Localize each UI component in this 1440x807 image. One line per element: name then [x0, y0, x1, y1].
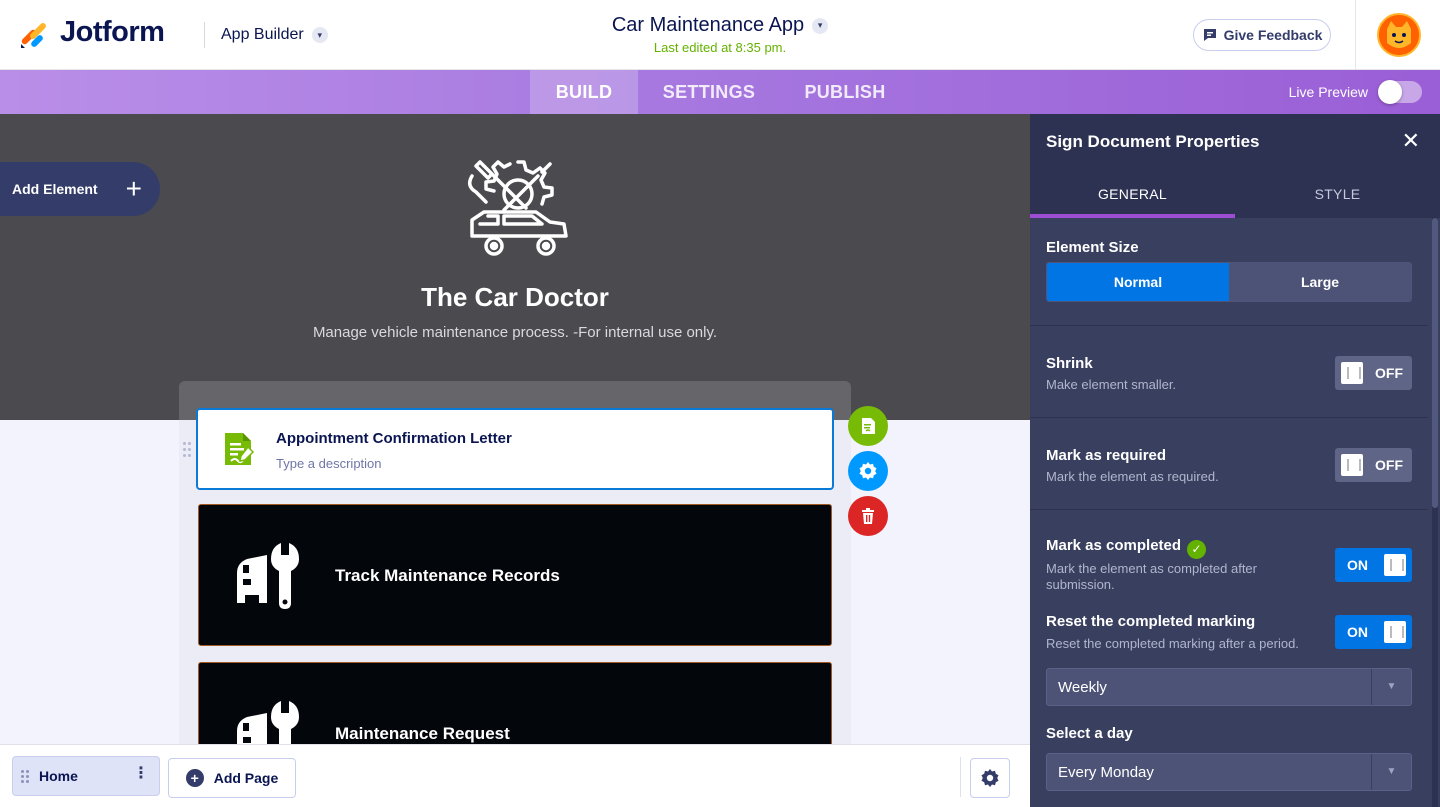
chevron-down-icon: ▼ [1371, 669, 1411, 705]
completed-toggle[interactable]: ON [1335, 548, 1412, 582]
chevron-down-icon: ▾ [812, 17, 829, 34]
give-feedback-label: Give Feedback [1223, 27, 1323, 43]
document-edit-icon [862, 418, 875, 434]
reset-label: Reset the completed marking [1046, 613, 1256, 630]
completed-label: Mark as completed [1046, 537, 1182, 554]
page-tab-home[interactable]: Home ⋮ [12, 756, 160, 796]
select-value: Every Monday [1058, 764, 1154, 781]
toggle-knob [1384, 554, 1406, 576]
add-element-label: Add Element [12, 181, 98, 197]
item-description[interactable]: Type a description [276, 456, 382, 471]
app-title-text: Car Maintenance App [611, 14, 805, 36]
toggle-state: ON [1347, 557, 1368, 573]
required-toggle[interactable]: OFF [1335, 448, 1412, 482]
toggle-state: OFF [1375, 457, 1403, 473]
toggle-knob [1341, 362, 1363, 384]
live-preview-label: Live Preview [1288, 84, 1368, 100]
list-item-maintenance-request[interactable]: Maintenance Request [198, 662, 832, 744]
list-item-sign-document[interactable]: Appointment Confirmation Letter Type a d… [196, 408, 834, 490]
size-option-normal[interactable]: Normal [1047, 263, 1229, 301]
add-element-button[interactable]: Add Element + [0, 162, 160, 216]
properties-scrollbar[interactable] [1432, 218, 1438, 807]
toggle-state: ON [1347, 624, 1368, 640]
required-label: Mark as required [1046, 447, 1167, 464]
reset-description: Reset the completed marking after a peri… [1046, 636, 1299, 651]
completed-label-row: Mark as completed ✓ [1046, 537, 1207, 559]
shrink-toggle[interactable]: OFF [1335, 356, 1412, 390]
tab-build[interactable]: BUILD [530, 70, 638, 114]
app-header-hero[interactable]: The Car Doctor Manage vehicle maintenanc… [0, 114, 1030, 420]
give-feedback-button[interactable]: Give Feedback [1193, 19, 1331, 51]
shrink-section: Shrink Make element smaller. OFF [1030, 326, 1428, 418]
required-description: Mark the element as required. [1046, 469, 1219, 484]
car-wrench-icon [237, 701, 299, 744]
properties-panel: Sign Document Properties ✕ GENERAL STYLE… [1030, 114, 1440, 807]
app-settings-button[interactable] [970, 758, 1010, 798]
reset-toggle[interactable]: ON [1335, 615, 1412, 649]
gear-icon [859, 462, 877, 480]
plus-icon: + [125, 173, 142, 204]
user-avatar-icon [1379, 15, 1419, 55]
properties-header: Sign Document Properties ✕ [1030, 114, 1440, 170]
tab-general[interactable]: GENERAL [1030, 170, 1235, 218]
pages-bar: Home ⋮ + Add Page [0, 744, 1030, 807]
plus-circle-icon: + [185, 769, 204, 787]
properties-title: Sign Document Properties [1046, 132, 1260, 151]
element-properties-button[interactable] [848, 451, 888, 491]
app-description: Manage vehicle maintenance process. -For… [312, 324, 718, 341]
add-page-label: Add Page [213, 770, 279, 786]
properties-tabs: GENERAL STYLE [1030, 170, 1440, 218]
toggle-knob [1384, 621, 1406, 643]
select-day-label: Select a day [1046, 725, 1133, 742]
gear-icon [981, 769, 999, 787]
divider [960, 757, 961, 797]
select-day-select[interactable]: Every Monday ▼ [1046, 753, 1412, 791]
document-settings-button[interactable] [848, 406, 888, 446]
element-size-selector: Normal Large [1046, 262, 1412, 302]
completed-section: Mark as completed ✓ Mark the element as c… [1030, 510, 1428, 807]
drag-handle-icon[interactable] [183, 442, 193, 460]
app-title-heading: The Car Doctor [421, 282, 609, 312]
completed-description: Mark the element as completed after subm… [1046, 561, 1257, 592]
required-section: Mark as required Mark the element as req… [1030, 418, 1428, 510]
more-options-icon[interactable]: ⋮ [133, 766, 149, 782]
builder-nav: BUILD SETTINGS PUBLISH Live Preview [0, 70, 1440, 114]
item-title: Maintenance Request [335, 724, 510, 743]
app-title[interactable]: Car Maintenance App ▾ [611, 14, 829, 37]
add-page-button[interactable]: + Add Page [168, 758, 296, 798]
page-tab-label: Home [39, 768, 78, 784]
sign-document-icon [225, 433, 255, 465]
item-title: Track Maintenance Records [335, 566, 560, 585]
tab-style[interactable]: STYLE [1235, 170, 1440, 218]
app-canvas: The Car Doctor Manage vehicle maintenanc… [0, 114, 1030, 744]
list-item-track-maintenance[interactable]: Track Maintenance Records [198, 504, 832, 646]
check-circle-icon: ✓ [1187, 539, 1207, 559]
toggle-state: OFF [1375, 365, 1403, 381]
live-preview-toggle[interactable] [1378, 80, 1422, 104]
car-gear-wrench-icon [468, 160, 568, 256]
shrink-description: Make element smaller. [1046, 377, 1177, 392]
size-option-large[interactable]: Large [1229, 263, 1411, 301]
top-bar: Jotform App Builder ▾ Car Maintenance Ap… [0, 0, 1440, 70]
trash-icon [862, 508, 874, 524]
account-area [1355, 0, 1440, 70]
drag-handle-icon[interactable] [21, 770, 29, 784]
item-title: Appointment Confirmation Letter [276, 430, 512, 447]
close-icon[interactable]: ✕ [1402, 130, 1420, 152]
reset-period-select[interactable]: Weekly ▼ [1046, 668, 1412, 706]
live-preview: Live Preview [1288, 80, 1422, 104]
element-size-label: Element Size [1046, 239, 1139, 256]
select-value: Weekly [1058, 679, 1107, 696]
shrink-label: Shrink [1046, 355, 1093, 372]
toggle-knob [1341, 454, 1363, 476]
avatar[interactable] [1377, 13, 1421, 57]
chevron-down-icon: ▼ [1371, 754, 1411, 790]
tab-publish[interactable]: PUBLISH [790, 70, 900, 114]
tab-settings[interactable]: SETTINGS [646, 70, 772, 114]
car-wrench-icon [237, 543, 299, 609]
feedback-icon [1203, 29, 1216, 41]
delete-element-button[interactable] [848, 496, 888, 536]
scrollbar-thumb[interactable] [1432, 218, 1438, 508]
